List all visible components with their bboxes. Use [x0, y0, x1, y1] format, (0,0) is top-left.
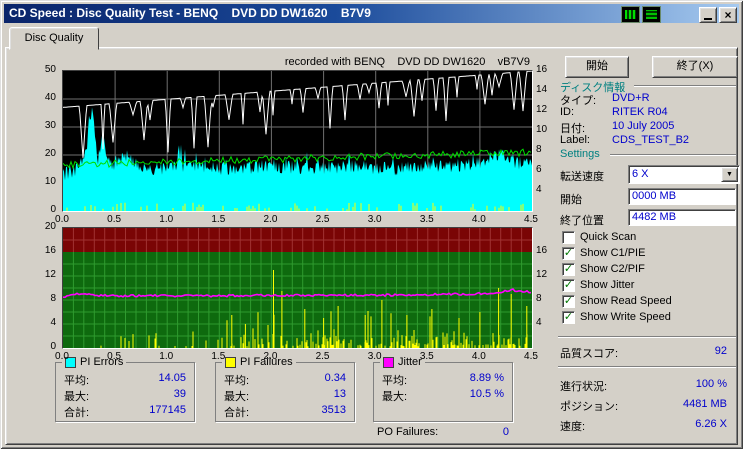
chevron-down-icon[interactable]: ▼	[721, 167, 738, 182]
stat-row: 合計: 3513	[224, 404, 346, 419]
end-position-field[interactable]: 4482 MB	[628, 209, 736, 226]
graph-icon-2[interactable]	[642, 6, 661, 23]
quality-score-value: 92	[714, 345, 727, 357]
checkbox-label-show-read-speed: Show Read Speed	[580, 295, 672, 307]
checkbox-show-c2-pif[interactable]: ✓	[562, 263, 575, 276]
stats-box-pi-errors: PI Errors 平均: 14.05 最大: 39 合計: 177145	[55, 356, 195, 422]
stats-box-title: PI Failures	[240, 356, 293, 368]
po-failures-row: PO Failures: 0	[377, 426, 509, 438]
divider	[558, 336, 736, 338]
checkbox-label-show-jitter: Show Jitter	[580, 279, 635, 291]
quality-score-label: 品質スコア:	[560, 348, 619, 360]
disc-info-value: CDS_TEST_B2	[612, 134, 690, 146]
stats-box-title: PI Errors	[80, 356, 124, 368]
minimize-icon	[704, 17, 712, 20]
tab-disc-quality[interactable]: Disc Quality	[9, 27, 99, 50]
disc-info-value: 10 July 2005	[612, 120, 675, 132]
legend-color-swatch	[65, 356, 76, 368]
close-icon: ×	[724, 7, 732, 22]
checkbox-quick-scan[interactable]	[562, 231, 575, 244]
spectrum-bars-icon	[625, 10, 636, 19]
stat-row: 最大: 13	[224, 388, 346, 403]
window-title: CD Speed : Disc Quality Test - BENQ DVD …	[9, 6, 371, 20]
level-bars-icon	[646, 10, 657, 19]
checkbox-label-quick-scan: Quick Scan	[580, 231, 637, 243]
disc-info-label: Label:	[560, 134, 590, 146]
legend-color-swatch	[225, 356, 236, 368]
status-label: 速度:	[560, 421, 586, 433]
pif-jitter-chart	[62, 227, 533, 349]
stats-box-title: Jitter	[398, 356, 422, 368]
status-value: 4481 MB	[682, 398, 727, 410]
stat-row: 平均: 8.89 %	[382, 372, 504, 387]
stat-row: 合計: 177145	[64, 404, 186, 419]
status-value: 100 %	[695, 378, 727, 390]
minimize-button[interactable]	[699, 6, 717, 23]
stats-box-legend: PI Errors	[62, 356, 127, 368]
status-value: 6.26 X	[695, 418, 727, 430]
tab-label: Disc Quality	[24, 32, 84, 44]
start-button[interactable]: 開始	[565, 56, 629, 78]
graph-icon-1[interactable]	[621, 6, 640, 23]
start-position-field[interactable]: 0000 MB	[628, 188, 736, 205]
checkbox-show-c1-pie[interactable]: ✓	[562, 247, 575, 260]
legend-color-swatch	[383, 356, 394, 368]
start-position-label: 開始	[560, 194, 582, 206]
checkbox-label-show-c1-pie: Show C1/PIE	[580, 247, 646, 259]
end-position-label: 終了位置	[560, 215, 604, 227]
stats-box-pi-failures: PI Failures 平均: 0.34 最大: 13 合計: 3513	[215, 356, 355, 422]
status-label: ポジション:	[560, 401, 619, 413]
pi-errors-chart	[62, 70, 533, 212]
app-window: CD Speed : Disc Quality Test - BENQ DVD …	[0, 0, 743, 449]
disc-info-value: DVD+R	[612, 92, 650, 104]
po-failures-label: PO Failures:	[377, 426, 439, 438]
status-label: 進行状況:	[560, 381, 608, 393]
settings-header: Settings	[560, 148, 600, 160]
close-button[interactable]: ×	[719, 6, 737, 23]
checkbox-label-show-c2-pif: Show C2/PIF	[580, 263, 645, 275]
divider	[634, 85, 736, 87]
checkbox-show-read-speed[interactable]: ✓	[562, 295, 575, 308]
titlebar[interactable]: CD Speed : Disc Quality Test - BENQ DVD …	[4, 4, 739, 23]
stat-row: 平均: 0.34	[224, 372, 346, 387]
divider	[610, 154, 736, 156]
stats-box-legend: Jitter	[380, 356, 425, 368]
po-failures-value: 0	[502, 426, 509, 438]
exit-button[interactable]: 終了(X)	[652, 56, 738, 78]
speed-label: 転送速度	[560, 171, 604, 183]
disc-info-label: ID:	[560, 106, 575, 118]
stat-row: 最大: 39	[64, 388, 186, 403]
stat-row: 平均: 14.05	[64, 372, 186, 387]
titlebar-buttons: ×	[621, 6, 737, 23]
speed-select-value: 6 X	[632, 168, 649, 180]
speed-select[interactable]: 6 X ▼	[628, 165, 740, 184]
stat-row: 最大: 10.5 %	[382, 388, 504, 403]
checkbox-label-show-write-speed: Show Write Speed	[580, 311, 671, 323]
divider	[558, 366, 736, 368]
stats-box-legend: PI Failures	[222, 356, 296, 368]
chart-header: recorded with BENQ DVD DD DW1620 vB7V9	[284, 56, 530, 68]
disc-info-value: RITEK R04	[612, 106, 668, 118]
checkbox-show-write-speed[interactable]: ✓	[562, 311, 575, 324]
stats-box-jitter: Jitter 平均: 8.89 % 最大: 10.5 %	[373, 356, 513, 422]
checkbox-show-jitter[interactable]: ✓	[562, 279, 575, 292]
